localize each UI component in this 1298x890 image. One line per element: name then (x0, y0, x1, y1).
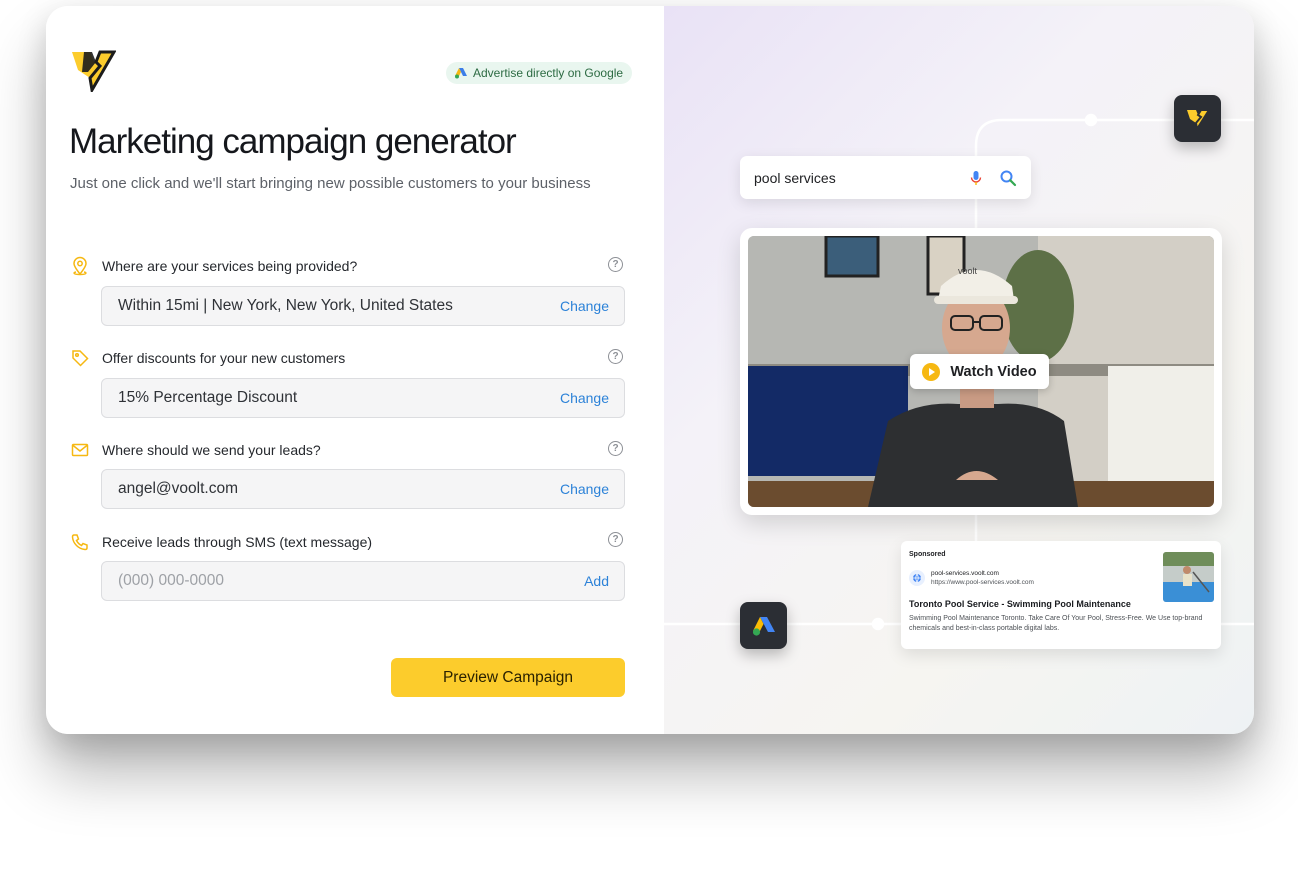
advertise-google-label: Advertise directly on Google (473, 66, 624, 80)
play-icon (922, 362, 941, 381)
discount-field[interactable]: 15% Percentage Discount Change (101, 378, 625, 418)
sms-field-label: Receive leads through SMS (text message) (70, 532, 372, 552)
campaign-preview-panel: pool services voolt Watch Video Sponsore… (664, 6, 1254, 734)
ad-description: Swimming Pool Maintenance Toronto. Take … (909, 615, 1203, 632)
leads-email-field-label: Where should we send your leads? (70, 440, 321, 460)
video-preview: voolt Watch Video (740, 228, 1222, 515)
voolt-logo-icon[interactable] (70, 48, 116, 92)
location-field-label: Where are your services being provided? (70, 256, 357, 276)
watch-video-button[interactable]: Watch Video (910, 354, 1049, 389)
discount-change-button[interactable]: Change (560, 390, 609, 406)
location-value: Within 15mi | New York, New York, United… (118, 297, 453, 314)
google-ads-icon (752, 616, 775, 636)
google-search-box: pool services (740, 156, 1031, 199)
ad-domain: pool-services.voolt.com (931, 570, 999, 577)
ad-pool-image (1163, 552, 1214, 602)
ad-url: https://www.pool-services.voolt.com (931, 579, 1034, 586)
email-change-button[interactable]: Change (560, 481, 609, 497)
preview-campaign-button[interactable]: Preview Campaign (391, 658, 625, 697)
ad-title[interactable]: Toronto Pool Service - Swimming Pool Mai… (909, 599, 1131, 609)
leads-email-value: angel@voolt.com (118, 480, 238, 497)
location-help-icon[interactable]: ? (608, 257, 623, 272)
sms-help-icon[interactable]: ? (608, 532, 623, 547)
page-subtitle: Just one click and we'll start bringing … (70, 175, 591, 192)
discount-value: 15% Percentage Discount (118, 389, 298, 406)
google-ads-icon (455, 68, 467, 79)
envelope-icon (71, 443, 89, 457)
voolt-tile (1174, 95, 1221, 142)
location-pin-icon (73, 256, 87, 276)
microphone-icon (970, 170, 982, 185)
location-field[interactable]: Within 15mi | New York, New York, United… (101, 286, 625, 326)
ad-site-info: pool-services.voolt.com https://www.pool… (909, 569, 1034, 587)
discount-field-label: Offer discounts for your new customers (70, 348, 345, 368)
campaign-form-panel: Advertise directly on Google Marketing c… (46, 6, 664, 734)
globe-icon (909, 570, 925, 586)
discount-help-icon[interactable]: ? (608, 349, 623, 364)
cap-text: voolt (958, 266, 978, 276)
sms-phone-input[interactable]: (000) 000-0000 Add (101, 561, 625, 601)
search-ad-preview: Sponsored pool-services.voolt.com https:… (901, 541, 1221, 649)
email-help-icon[interactable]: ? (608, 441, 623, 456)
advertise-google-badge: Advertise directly on Google (446, 62, 633, 84)
location-change-button[interactable]: Change (560, 298, 609, 314)
video-thumbnail[interactable]: voolt Watch Video (748, 236, 1214, 507)
search-icon (1000, 170, 1017, 186)
leads-email-field[interactable]: angel@voolt.com Change (101, 469, 625, 509)
search-query: pool services (754, 169, 836, 186)
google-ads-tile (740, 602, 787, 649)
sms-add-button[interactable]: Add (584, 573, 609, 589)
phone-icon (71, 534, 88, 551)
tag-icon (72, 350, 89, 367)
campaign-card: Advertise directly on Google Marketing c… (46, 6, 1254, 734)
page-title: Marketing campaign generator (69, 122, 517, 161)
sms-phone-placeholder: (000) 000-0000 (118, 572, 224, 589)
voolt-logo-icon (1186, 108, 1211, 131)
